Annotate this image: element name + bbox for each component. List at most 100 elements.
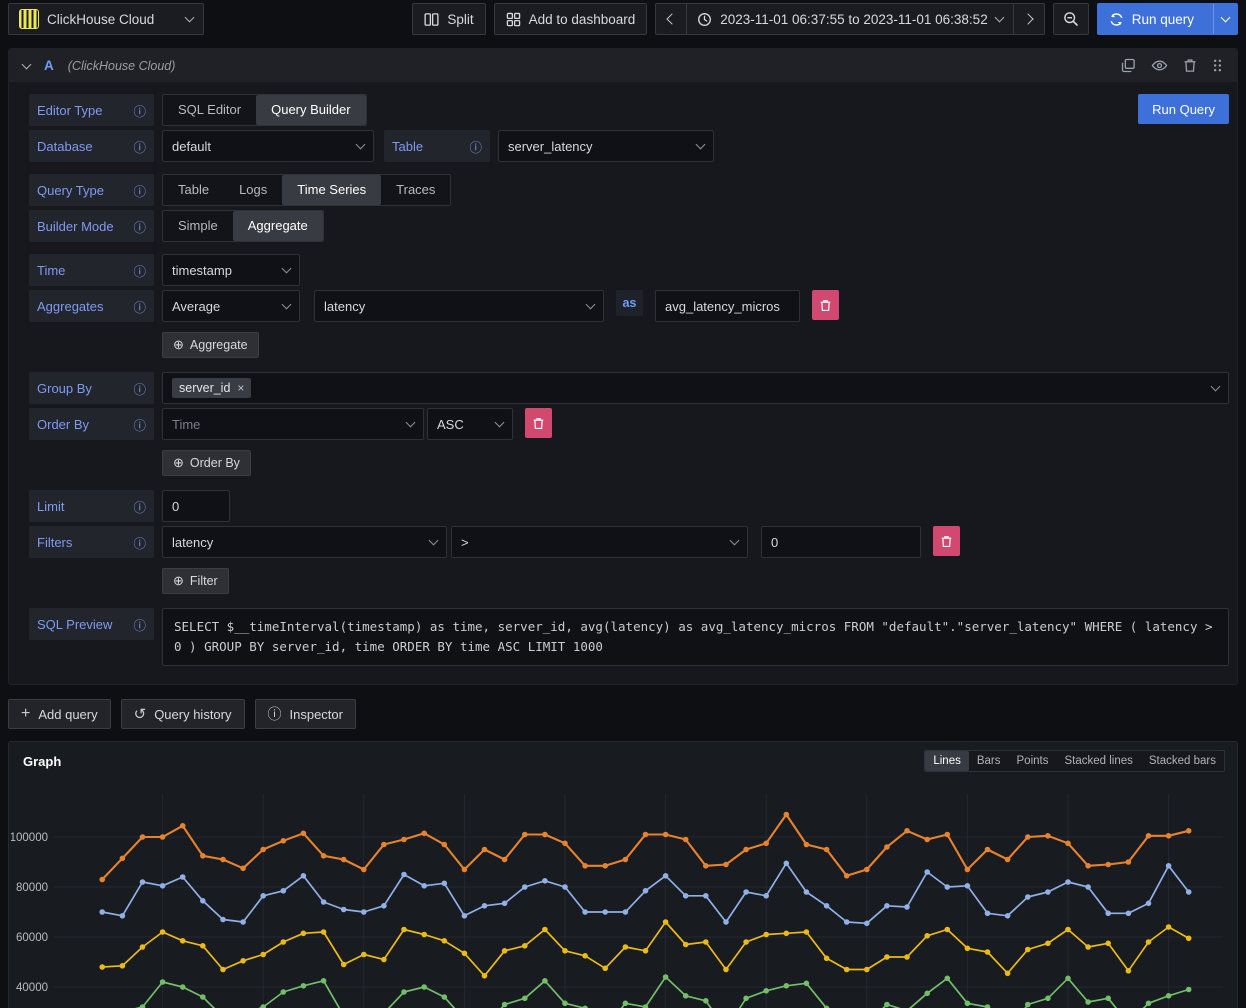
info-icon[interactable]: ⓘ [133, 297, 146, 316]
info-icon[interactable]: ⓘ [133, 415, 146, 434]
split-button[interactable]: Split [412, 3, 485, 35]
builder-mode-simple[interactable]: Simple [163, 211, 233, 241]
chevron-down-icon [406, 418, 416, 428]
remove-filter-button[interactable] [933, 526, 960, 556]
history-icon: ↺ [134, 707, 147, 722]
sql-preview-label: SQL Previewⓘ [29, 608, 154, 640]
query-history-button[interactable]: ↺Query history [121, 699, 245, 729]
info-icon[interactable]: ⓘ [133, 261, 146, 280]
filter-column-select[interactable]: latency [162, 526, 447, 558]
run-query-button[interactable]: Run query [1098, 4, 1205, 34]
chevron-down-icon [730, 536, 740, 546]
limit-input[interactable] [172, 499, 220, 514]
query-type-label: Query Typeⓘ [29, 174, 154, 206]
filter-value-input[interactable] [771, 535, 911, 550]
graph-style-stacked-bars[interactable]: Stacked bars [1141, 751, 1224, 771]
sql-preview-row: SQL Previewⓘ SELECT $__timeInterval(time… [29, 608, 1229, 666]
add-to-dashboard-button[interactable]: Add to dashboard [494, 3, 648, 35]
info-icon[interactable]: ⓘ [133, 101, 146, 120]
info-icon[interactable]: ⓘ [133, 497, 146, 516]
info-icon[interactable]: ⓘ [469, 137, 482, 156]
editor-type-label: Editor Typeⓘ [29, 94, 154, 126]
aggregate-column-select[interactable]: latency [314, 290, 604, 322]
editor-type-toggle: SQL EditorQuery Builder [162, 94, 367, 126]
database-select[interactable]: default [162, 130, 374, 162]
chevron-down-icon [495, 418, 505, 428]
add-order-by-button[interactable]: ⊕Order By [162, 450, 251, 476]
graph-style-stacked-lines[interactable]: Stacked lines [1056, 751, 1140, 771]
table-select[interactable]: server_latency [498, 130, 714, 162]
time-range-label: 2023-11-01 06:37:55 to 2023-11-01 06:38:… [720, 12, 987, 27]
query-builder-body: Run Query Editor Typeⓘ SQL EditorQuery B… [9, 82, 1237, 684]
graph-style-lines[interactable]: Lines [925, 751, 969, 771]
time-shift-forward-button[interactable] [1013, 4, 1044, 34]
time-column-select[interactable]: timestamp [162, 254, 300, 286]
info-icon[interactable]: ⓘ [133, 533, 146, 552]
group-by-tag-server_id[interactable]: server_id× [172, 378, 251, 398]
drag-handle-icon[interactable] [1212, 58, 1223, 73]
graph-style-points[interactable]: Points [1009, 751, 1057, 771]
builder-mode-label: Builder Modeⓘ [29, 210, 154, 242]
chevron-down-icon [282, 264, 292, 274]
run-query-dropdown[interactable] [1213, 4, 1237, 34]
graph-style-bars[interactable]: Bars [969, 751, 1009, 771]
query-type-logs[interactable]: Logs [224, 175, 282, 205]
zoom-out-button[interactable] [1053, 3, 1089, 35]
trash-icon [820, 299, 831, 312]
remove-query-trash-icon[interactable] [1183, 58, 1197, 73]
builder-mode-aggregate[interactable]: Aggregate [233, 211, 323, 241]
info-icon[interactable]: ⓘ [133, 379, 146, 398]
explore-toolbar: ClickHouse Cloud Split Add to dashboard … [0, 0, 1246, 38]
filter-value-input-wrap [761, 526, 921, 558]
inspector-button[interactable]: ⓘInspector [255, 699, 356, 729]
aggregate-alias-input[interactable] [665, 299, 790, 314]
datasource-name: ClickHouse Cloud [47, 12, 178, 27]
query-header[interactable]: A (ClickHouse Cloud) [9, 49, 1237, 82]
datasource-picker[interactable]: ClickHouse Cloud [8, 3, 204, 35]
run-query-label: Run query [1132, 12, 1194, 27]
duplicate-query-icon[interactable] [1121, 58, 1136, 73]
group-by-multiselect[interactable]: server_id× [162, 372, 1229, 404]
collapse-chevron-icon[interactable] [22, 59, 32, 69]
add-filter-button[interactable]: ⊕Filter [162, 568, 229, 594]
hide-response-eye-icon[interactable] [1151, 58, 1168, 73]
aggregates-label: Aggregatesⓘ [29, 290, 154, 322]
time-shift-back-button[interactable] [656, 4, 686, 34]
order-by-direction-select[interactable]: ASC [427, 408, 513, 440]
info-icon[interactable]: ⓘ [133, 181, 146, 200]
aggregate-function-select[interactable]: Average [162, 290, 300, 322]
query-type-table[interactable]: Table [163, 175, 224, 205]
time-column-label: Timeⓘ [29, 254, 154, 286]
query-type-row: Query Typeⓘ TableLogsTime SeriesTraces [29, 174, 1229, 206]
editor-run-query-button[interactable]: Run Query [1138, 94, 1229, 124]
trash-icon [941, 535, 952, 548]
aggregates-row: Aggregatesⓘ Average latency as [29, 290, 1229, 322]
editor-type-sql-editor[interactable]: SQL Editor [163, 95, 256, 125]
remove-order-by-button[interactable] [525, 408, 552, 438]
chevron-down-icon [356, 140, 366, 150]
group-by-label: Group Byⓘ [29, 372, 154, 404]
angle-right-icon [1022, 13, 1033, 24]
database-label: Databaseⓘ [29, 130, 154, 162]
aggregate-alias-input-wrap [655, 290, 800, 322]
svg-text:60000: 60000 [16, 932, 48, 944]
editor-type-query-builder[interactable]: Query Builder [256, 95, 365, 125]
remove-tag-icon[interactable]: × [237, 381, 244, 395]
order-by-label: Order Byⓘ [29, 408, 154, 440]
query-type-traces[interactable]: Traces [381, 175, 450, 205]
order-by-field-select[interactable]: Time [162, 408, 424, 440]
info-icon[interactable]: ⓘ [133, 615, 146, 634]
chevron-down-icon [994, 13, 1004, 23]
filter-operator-select[interactable]: > [451, 526, 748, 558]
add-aggregate-button[interactable]: ⊕Aggregate [162, 332, 259, 358]
time-series-chart[interactable]: 2000040000600008000010000006:38:0006:38:… [11, 782, 1231, 1008]
angle-left-icon [667, 13, 678, 24]
info-icon[interactable]: ⓘ [133, 217, 146, 236]
svg-text:40000: 40000 [16, 982, 48, 994]
info-icon[interactable]: ⓘ [133, 137, 146, 156]
query-type-time-series[interactable]: Time Series [282, 175, 381, 205]
add-query-button[interactable]: +Add query [8, 699, 111, 729]
time-range-button[interactable]: 2023-11-01 06:37:55 to 2023-11-01 06:38:… [686, 4, 1012, 34]
remove-aggregate-button[interactable] [812, 290, 839, 320]
chevron-down-icon [185, 13, 195, 23]
